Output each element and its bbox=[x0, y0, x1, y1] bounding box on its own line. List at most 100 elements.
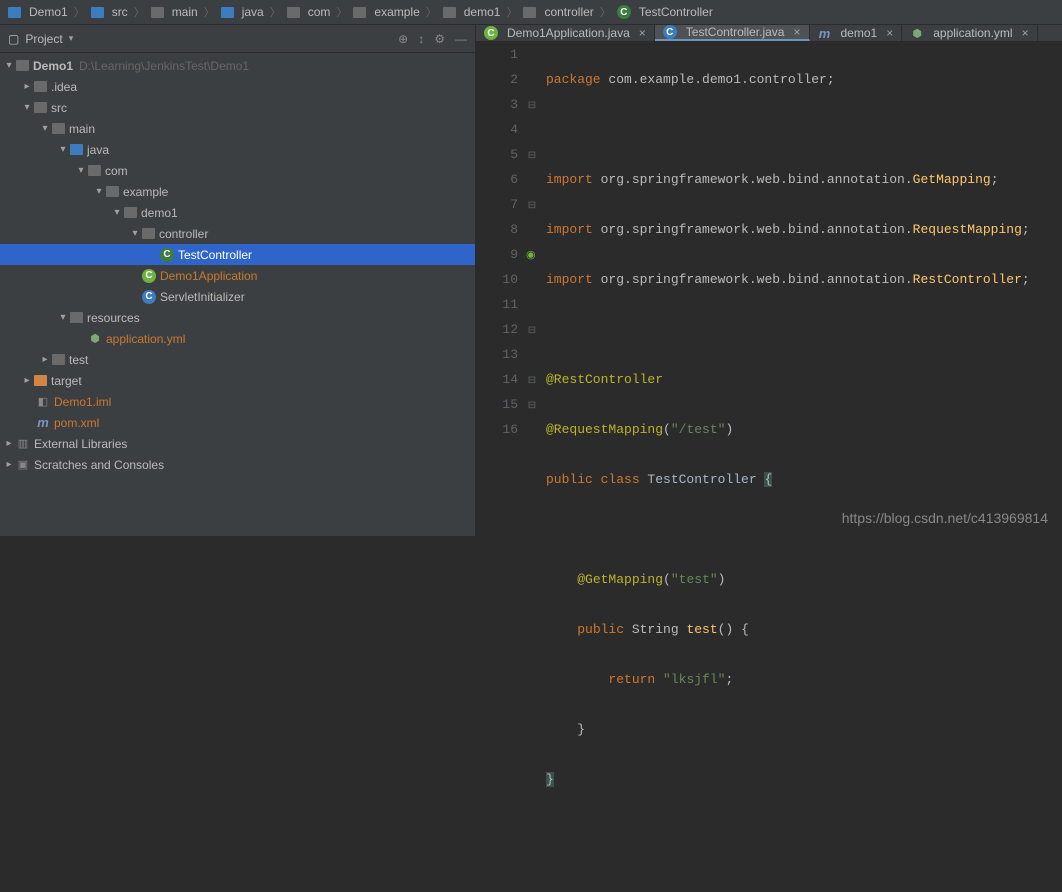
editor-tab-active[interactable]: CTestController.java× bbox=[655, 25, 810, 41]
fold-icon[interactable]: ⊟ bbox=[526, 94, 538, 119]
breadcrumb-item[interactable]: java bbox=[217, 5, 268, 19]
breadcrumb-item[interactable]: main bbox=[147, 5, 202, 19]
arrow-down-icon[interactable]: ▾ bbox=[4, 60, 14, 71]
arrow-right-icon[interactable]: ▸ bbox=[4, 438, 14, 449]
close-icon[interactable]: × bbox=[793, 25, 800, 39]
tree-label: test bbox=[69, 353, 88, 367]
tree-row[interactable]: ⬢application.yml bbox=[0, 328, 475, 349]
tree-row[interactable]: ▾ example bbox=[0, 181, 475, 202]
breadcrumb-item[interactable]: Demo1 bbox=[4, 5, 72, 19]
fold-icon[interactable]: ⊟ bbox=[526, 319, 538, 344]
tree-path: D:\Learning\JenkinsTest\Demo1 bbox=[79, 59, 249, 73]
editor-panel: CDemo1Application.java× CTestController.… bbox=[476, 25, 1062, 536]
close-icon[interactable]: × bbox=[639, 26, 646, 40]
chevron-right-icon: 〉 bbox=[204, 4, 215, 20]
folder-icon bbox=[52, 123, 65, 134]
arrow-right-icon[interactable]: ▸ bbox=[22, 81, 32, 92]
gear-icon[interactable]: ⚙ bbox=[434, 32, 445, 46]
breadcrumb-nav[interactable]: Demo1 〉 src 〉 main 〉 java 〉 com 〉 exampl… bbox=[0, 0, 1062, 25]
tree-row[interactable]: ▾com bbox=[0, 160, 475, 181]
arrow-down-icon[interactable]: ▾ bbox=[40, 123, 50, 134]
hide-icon[interactable]: — bbox=[455, 32, 467, 46]
folder-resources-icon bbox=[70, 312, 83, 323]
folder-icon bbox=[221, 7, 234, 18]
tree-row[interactable]: ▸target bbox=[0, 370, 475, 391]
editor-tab[interactable]: mdemo1× bbox=[810, 25, 903, 41]
folder-icon bbox=[287, 7, 300, 18]
tree-row[interactable]: ▾ main bbox=[0, 118, 475, 139]
folder-icon bbox=[91, 7, 104, 18]
fold-end-icon[interactable]: ⊟ bbox=[526, 394, 538, 419]
arrow-down-icon[interactable]: ▾ bbox=[58, 312, 68, 323]
chevron-right-icon: 〉 bbox=[506, 4, 517, 20]
tree-row[interactable]: mpom.xml bbox=[0, 412, 475, 433]
arrow-down-icon[interactable]: ▾ bbox=[112, 207, 122, 218]
breadcrumb-label: example bbox=[374, 5, 419, 19]
tree-label: main bbox=[69, 122, 95, 136]
fold-icon[interactable]: ⊟ bbox=[526, 144, 538, 169]
arrow-down-icon[interactable]: ▾ bbox=[22, 102, 32, 113]
line-number: 7 bbox=[476, 192, 518, 217]
editor-tab[interactable]: CDemo1Application.java× bbox=[476, 25, 655, 41]
breadcrumb-item[interactable]: src bbox=[87, 5, 132, 19]
arrow-right-icon[interactable]: ▸ bbox=[40, 354, 50, 365]
tree-row-scratches[interactable]: ▸▣Scratches and Consoles bbox=[0, 454, 475, 475]
folder-icon bbox=[124, 207, 137, 218]
tree-label: External Libraries bbox=[34, 437, 127, 451]
folder-icon bbox=[52, 354, 65, 365]
tree-row[interactable]: ▾demo1 bbox=[0, 202, 475, 223]
maven-icon: m bbox=[36, 416, 50, 430]
library-icon: ▥ bbox=[16, 437, 30, 451]
line-number-gutter: 1 2 3 4 5 6 7 8 9 10 11 12 13 14 15 16 bbox=[476, 42, 526, 892]
tree-row[interactable]: ▾resources bbox=[0, 307, 475, 328]
chevron-right-icon: 〉 bbox=[74, 4, 85, 20]
fold-end-icon[interactable]: ⊟ bbox=[526, 369, 538, 394]
project-view-icon: ▢ bbox=[8, 32, 19, 46]
code-editor[interactable]: 1 2 3 4 5 6 7 8 9 10 11 12 13 14 15 16 ⊟ bbox=[476, 42, 1062, 892]
breadcrumb-label: Demo1 bbox=[29, 5, 68, 19]
tree-row[interactable]: ▸ .idea bbox=[0, 76, 475, 97]
project-tree[interactable]: ▾ Demo1 D:\Learning\JenkinsTest\Demo1 ▸ .id… bbox=[0, 53, 475, 536]
tree-row[interactable]: ◧Demo1.iml bbox=[0, 391, 475, 412]
spring-bean-icon[interactable]: ◉ bbox=[526, 244, 536, 269]
breadcrumb-item[interactable]: demo1 bbox=[439, 5, 505, 19]
tree-row[interactable]: ▾java bbox=[0, 139, 475, 160]
breadcrumb-item[interactable]: example bbox=[349, 5, 423, 19]
folder-icon bbox=[353, 7, 366, 18]
breadcrumb-item[interactable]: controller bbox=[519, 5, 597, 19]
dropdown-icon[interactable]: ▾ bbox=[69, 33, 74, 44]
tree-row-selected[interactable]: CTestController bbox=[0, 244, 475, 265]
editor-tab[interactable]: ⬢application.yml× bbox=[902, 25, 1037, 41]
breadcrumb-item[interactable]: com bbox=[283, 5, 335, 19]
close-icon[interactable]: × bbox=[886, 26, 893, 40]
tree-row-external-libs[interactable]: ▸▥ External Libraries bbox=[0, 433, 475, 454]
tree-row[interactable]: CServletInitializer bbox=[0, 286, 475, 307]
tree-row[interactable]: ▾ src bbox=[0, 97, 475, 118]
line-number: 14 bbox=[476, 367, 518, 392]
tree-row[interactable]: ▾controller bbox=[0, 223, 475, 244]
tree-label: Demo1 bbox=[33, 59, 73, 73]
expand-all-icon[interactable]: ↕ bbox=[418, 32, 424, 46]
arrow-down-icon[interactable]: ▾ bbox=[94, 186, 104, 197]
arrow-right-icon[interactable]: ▸ bbox=[4, 459, 14, 470]
line-number: 11 bbox=[476, 292, 518, 317]
fold-icon[interactable]: ⊟ bbox=[526, 194, 538, 219]
arrow-down-icon[interactable]: ▾ bbox=[76, 165, 86, 176]
tree-row[interactable]: ▸ test bbox=[0, 349, 475, 370]
breadcrumb-item[interactable]: CTestController bbox=[613, 5, 717, 19]
tree-label: example bbox=[123, 185, 168, 199]
spring-class-icon: C bbox=[484, 26, 498, 40]
tree-row-project-root[interactable]: ▾ Demo1 D:\Learning\JenkinsTest\Demo1 bbox=[0, 55, 475, 76]
arrow-right-icon[interactable]: ▸ bbox=[22, 375, 32, 386]
target-icon[interactable]: ⊕ bbox=[398, 32, 408, 46]
tree-label: src bbox=[51, 101, 67, 115]
tree-label: Scratches and Consoles bbox=[34, 458, 164, 472]
arrow-down-icon[interactable]: ▾ bbox=[58, 144, 68, 155]
project-panel-header: ▢ Project ▾ ⊕ ↕ ⚙ — bbox=[0, 25, 475, 53]
tree-label: .idea bbox=[51, 80, 77, 94]
line-number: 6 bbox=[476, 167, 518, 192]
arrow-down-icon[interactable]: ▾ bbox=[130, 228, 140, 239]
tree-row[interactable]: CDemo1Application bbox=[0, 265, 475, 286]
close-icon[interactable]: × bbox=[1022, 26, 1029, 40]
code-content[interactable]: package com.example.demo1.controller; im… bbox=[542, 42, 1062, 892]
